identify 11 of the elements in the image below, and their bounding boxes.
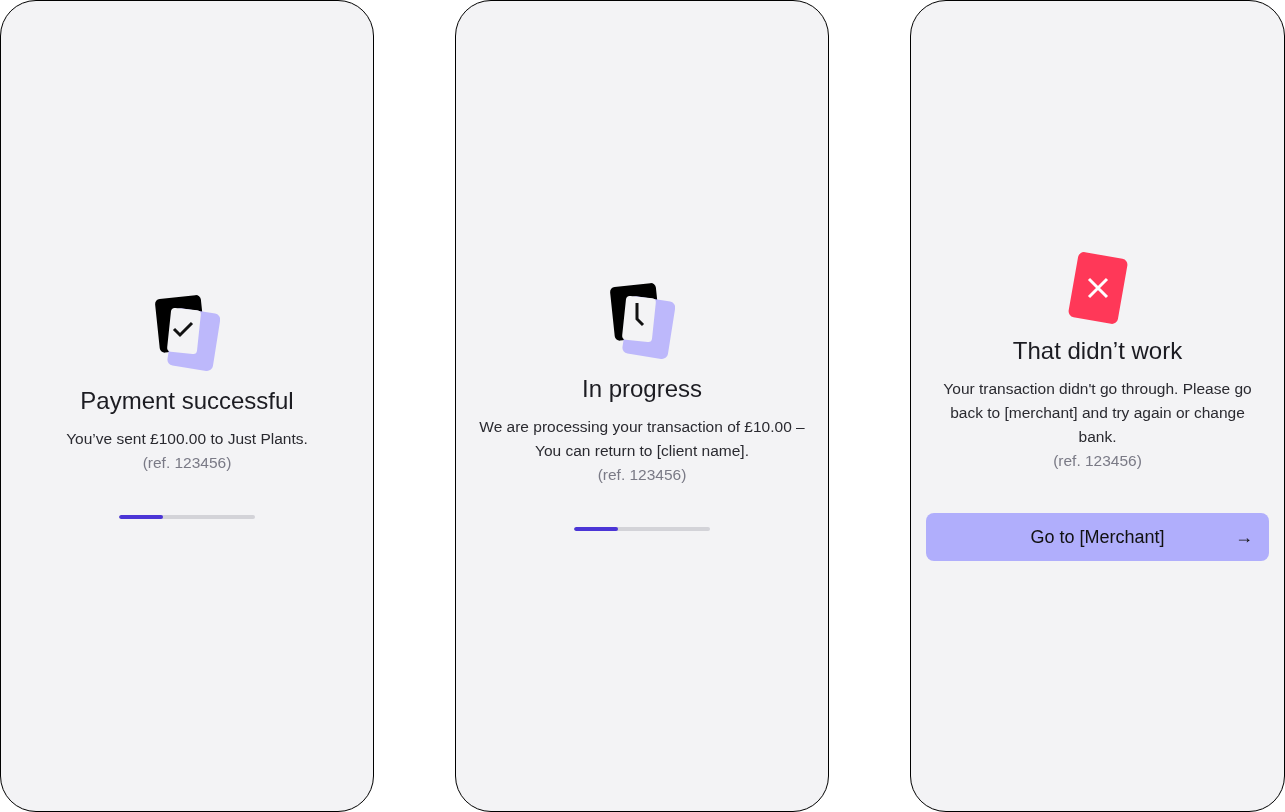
reference-number: (ref. 123456) (142, 453, 232, 473)
status-message: We are processing your transaction of £10.00 – You can return to [client name]. (478, 417, 806, 461)
status-title: That didn’t work (1012, 336, 1183, 366)
status-message: Your transaction didn't go through. Please go back to [merchant] and try again or change bank. (942, 379, 1253, 447)
merchant-button[interactable]: Go to [Merchant] → (926, 513, 1269, 561)
status-message: You’ve sent £100.00 to Just Plants. (65, 429, 309, 449)
status-title: In progress (581, 374, 703, 404)
reference-number: (ref. 123456) (597, 465, 687, 485)
reference-number: (ref. 123456) (1053, 451, 1142, 471)
arrow-icon: → (1235, 523, 1253, 551)
status-title: Payment successful (80, 386, 294, 416)
